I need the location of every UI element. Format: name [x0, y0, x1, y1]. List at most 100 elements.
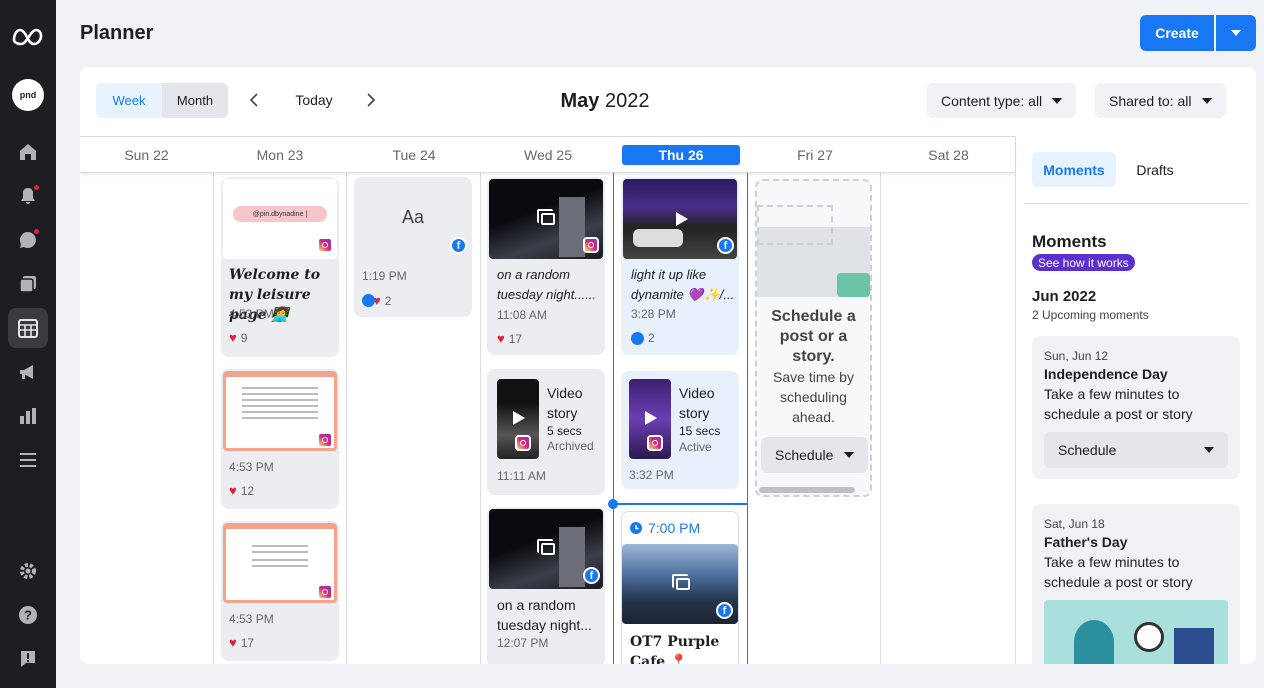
reaction-count: 2 [648, 331, 655, 345]
settings-gear-icon[interactable] [8, 551, 48, 591]
notifications-icon[interactable] [8, 176, 48, 216]
schedule-body: Save time by scheduling ahead. [773, 369, 854, 425]
day-header[interactable]: Mon 23 [213, 145, 347, 165]
day-header[interactable]: Sat 28 [882, 145, 1015, 165]
illustration-figure [1074, 620, 1114, 664]
heart-icon: ♥ [229, 635, 237, 650]
chevron-down-icon [1204, 447, 1214, 453]
chevron-down-icon [1052, 97, 1063, 104]
schedule-title: Schedule a post or a story. [771, 308, 856, 365]
story-thumbnail [497, 379, 539, 459]
carousel-icon [537, 209, 555, 225]
content-icon[interactable] [8, 264, 48, 304]
like-reaction-icon [631, 331, 644, 345]
instagram-icon [647, 435, 663, 451]
profile-avatar[interactable]: pnd [8, 75, 48, 115]
post-card[interactable]: @pin.dbynadine | Welcome to my leisure p… [221, 177, 339, 357]
month-name: May [560, 90, 600, 112]
meta-logo-icon[interactable] [8, 16, 48, 56]
divider [1024, 203, 1249, 204]
today-button[interactable]: Today [284, 85, 344, 115]
schedule-placeholder-card[interactable]: Schedule a post or a story. Save time by… [755, 179, 872, 497]
moment-description: Take a few minutes to schedule a post or… [1044, 386, 1193, 422]
horizontal-scrollbar[interactable] [759, 487, 855, 493]
inbox-icon[interactable] [8, 220, 48, 260]
post-card[interactable]: f light it up like dynamite 💜✨/... 3:28 … [621, 177, 739, 355]
help-icon[interactable]: ? [8, 595, 48, 635]
story-title: Video story [547, 385, 583, 421]
svg-text:?: ? [24, 608, 32, 623]
placeholder-frame [757, 205, 833, 245]
post-caption: light it up like dynamite 💜✨/... [631, 267, 735, 302]
post-time: 11:08 AM [497, 308, 547, 322]
moments-month: Jun 2022 [1032, 288, 1097, 305]
shared-to-label: Shared to: all [1109, 92, 1192, 109]
see-how-it-works-badge[interactable]: See how it works [1032, 254, 1135, 271]
post-thumbnail: @pin.dbynadine | [223, 179, 337, 259]
page-title: Planner [80, 22, 154, 44]
post-thumbnail [223, 371, 337, 451]
week-day-header: Sun 22 Mon 23 Tue 24 Wed 25 Thu 26 Fri 2… [80, 136, 1015, 173]
month-view-button[interactable]: Month [162, 83, 228, 118]
post-time: 1:19 PM [362, 269, 407, 283]
thumbnail-car [633, 229, 683, 247]
all-tools-menu-icon[interactable] [8, 440, 48, 480]
shared-to-filter[interactable]: Shared to: all [1095, 83, 1226, 118]
thumbnail-sign [559, 197, 585, 257]
reaction-count: 17 [508, 331, 523, 346]
next-week-button[interactable] [357, 85, 385, 115]
chevron-down-icon [1231, 30, 1241, 36]
ads-megaphone-icon[interactable] [8, 352, 48, 392]
day-header[interactable]: Tue 24 [347, 145, 481, 165]
moment-card: Sun, Jun 12 Independence Day Take a few … [1032, 336, 1240, 479]
moment-card: Sat, Jun 18 Father's Day Take a few minu… [1032, 504, 1240, 664]
post-card[interactable]: on a random tuesday night...... 11:08 AM… [487, 177, 605, 355]
day-header[interactable]: Wed 25 [481, 145, 615, 165]
moments-count: 2 Upcoming moments [1032, 308, 1149, 322]
current-time-dot [608, 499, 618, 509]
post-card[interactable]: f on a random tuesday night... 12:07 PM [487, 507, 605, 664]
post-reactions: ♥ 17 [497, 331, 522, 346]
post-reactions: ♥ 17 [229, 635, 254, 650]
instagram-icon [317, 584, 333, 600]
avatar-label: pnd [12, 79, 44, 111]
tab-moments[interactable]: Moments [1032, 152, 1116, 187]
create-dropdown-button[interactable] [1216, 15, 1256, 51]
play-icon [513, 411, 525, 425]
content-type-filter[interactable]: Content type: all [927, 83, 1077, 118]
week-view-button[interactable]: Week [96, 83, 162, 118]
illustration-object [1174, 628, 1214, 664]
moment-schedule-button[interactable]: Schedule [1044, 432, 1228, 468]
story-card[interactable]: Video story 15 secs Active 3:32 PM [621, 371, 739, 489]
schedule-button[interactable]: Schedule [761, 437, 868, 473]
day-header[interactable]: Fri 27 [748, 145, 882, 165]
post-reactions: 2 [631, 331, 655, 345]
today-column-border [613, 173, 614, 664]
post-time: 3:32 PM [629, 468, 674, 482]
column-divider [880, 173, 881, 664]
post-card[interactable]: Aa f 1:19 PM ♥ 2 [354, 177, 472, 317]
planner-calendar-icon[interactable] [8, 308, 48, 348]
post-time: 4:53 PM [229, 307, 274, 321]
carousel-icon [672, 574, 690, 590]
post-card[interactable]: 4:53 PM ♥ 12 [221, 369, 339, 509]
notification-badge [33, 184, 40, 191]
home-icon[interactable] [8, 132, 48, 172]
day-header[interactable]: Sun 22 [80, 145, 213, 165]
scheduled-post-card[interactable]: 7:00 PM f OT7 Purple Cafe 📍 Angele... [621, 511, 739, 664]
post-card[interactable]: 4:53 PM ♥ 17 [221, 521, 339, 661]
moment-illustration [1044, 600, 1228, 664]
day-header-today[interactable]: Thu 26 [622, 145, 740, 165]
report-feedback-icon[interactable] [8, 639, 48, 679]
post-thumbnail [489, 179, 603, 259]
post-time: 12:07 PM [497, 636, 549, 650]
column-divider [346, 173, 347, 664]
create-button[interactable]: Create [1140, 15, 1214, 51]
moment-date: Sun, Jun 12 [1044, 349, 1109, 363]
moment-name: Independence Day [1044, 366, 1168, 382]
text-post-glyph: Aa [401, 207, 425, 227]
insights-bar-chart-icon[interactable] [8, 396, 48, 436]
previous-week-button[interactable] [240, 85, 268, 115]
story-card[interactable]: Video story 5 secs Archived 11:11 AM [487, 369, 605, 495]
tab-drafts[interactable]: Drafts [1124, 152, 1186, 187]
